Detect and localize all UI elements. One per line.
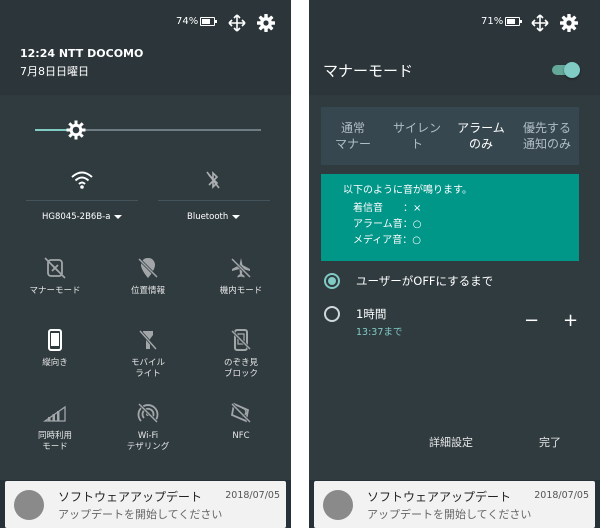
- option-label: 1時間: [356, 307, 387, 321]
- tile-label: 同時利用 モード: [37, 431, 72, 452]
- quick-settings-panel: 74% 12:24 NTT DOCOMO 7月8日日曜日 HG8045-2B6B…: [0, 0, 291, 528]
- mode-tab-bar: 通常 マナー サイレン ト アラーム のみ 優先する 通知のみ: [321, 107, 579, 165]
- airplane-off-icon: [230, 257, 252, 279]
- manner-mode-toggle[interactable]: [550, 62, 580, 78]
- sound-info-box: 以下のように音が鳴ります。 着信音 ：× アラーム音：○ メディア音：○: [321, 174, 579, 261]
- notification-title: ソフトウェアアップデート: [58, 490, 203, 504]
- option-one-hour[interactable]: 1時間 13:37まで: [323, 306, 588, 340]
- battery-icon: [200, 17, 217, 26]
- bluetooth-select[interactable]: Bluetooth: [187, 212, 241, 222]
- toggle-knob: [564, 62, 580, 78]
- option-until-off[interactable]: ユーザーがOFFにするまで: [323, 273, 588, 293]
- manner-mode-panel: 71% マナーモード 通常 マナー サイレン ト アラーム のみ 優先する 通知…: [309, 0, 600, 528]
- increase-button[interactable]: +: [563, 312, 578, 330]
- hotspot-off-icon: [137, 402, 159, 424]
- tile-location[interactable]: 位置情報: [103, 256, 193, 297]
- details-settings-button[interactable]: 詳細設定: [429, 434, 473, 450]
- wifi-icon[interactable]: [71, 170, 93, 190]
- notification-body: アップデートを開始してください: [367, 508, 532, 521]
- tile-label: 位置情報: [130, 286, 165, 296]
- tile-dual-use[interactable]: 同時利用 モード: [10, 401, 100, 453]
- notification-time: 2018/07/05: [534, 490, 589, 501]
- location-off-icon: [137, 257, 159, 279]
- wifi-network-label: HG8045-2B6B-a: [42, 212, 111, 222]
- tile-label: Wi-Fi テザリング: [126, 431, 170, 452]
- notification-app-icon: [14, 490, 44, 520]
- bluetooth-label: Bluetooth: [187, 212, 229, 222]
- tab-silent[interactable]: サイレン ト: [385, 120, 449, 152]
- expand-arrows-icon[interactable]: [228, 14, 246, 32]
- tile-peek-block[interactable]: のぞき見 ブロック: [196, 328, 286, 380]
- tile-label: 縦向き: [42, 358, 68, 368]
- tile-airplane-mode[interactable]: 機内モード: [196, 256, 286, 297]
- flashlight-off-icon: [138, 330, 158, 350]
- bluetooth-off-icon[interactable]: [205, 170, 221, 190]
- peek-block-icon: [230, 329, 252, 351]
- option-label: ユーザーがOFFにするまで: [356, 274, 494, 288]
- tile-label: のぞき見 ブロック: [223, 358, 258, 379]
- info-line-alarm: アラーム音：○: [353, 219, 422, 230]
- brightness-slider-thumb-icon[interactable]: [66, 120, 86, 140]
- battery-percent: 74%: [176, 16, 199, 27]
- nfc-off-icon: [230, 402, 252, 424]
- dual-use-icon: [43, 405, 66, 422]
- expand-arrows-icon[interactable]: [531, 14, 549, 32]
- tile-mobile-light[interactable]: モバイル ライト: [103, 328, 193, 380]
- info-line-ringtone: 着信音 ：×: [353, 203, 422, 214]
- done-button[interactable]: 完了: [539, 434, 561, 450]
- tile-label: NFC: [232, 431, 250, 441]
- tab-alarm-only[interactable]: アラーム のみ: [449, 120, 513, 152]
- tile-label: マナーモード: [29, 286, 81, 296]
- notification-time: 2018/07/05: [225, 490, 280, 501]
- tile-nfc[interactable]: NFC: [196, 401, 286, 442]
- update-notification[interactable]: ソフトウェアアップデート 2018/07/05 アップデートを開始してください: [5, 481, 286, 528]
- settings-gear-icon[interactable]: [256, 13, 276, 33]
- bluetooth-divider: [158, 200, 270, 201]
- radio-unselected-icon[interactable]: [324, 306, 340, 322]
- date-text[interactable]: 7月8日日曜日: [20, 63, 89, 79]
- update-notification[interactable]: ソフトウェアアップデート 2018/07/05 アップデートを開始してください: [314, 481, 595, 528]
- battery-icon: [505, 17, 522, 26]
- tile-wifi-tethering[interactable]: Wi-Fi テザリング: [103, 401, 193, 453]
- chevron-down-icon: [232, 214, 241, 219]
- notification-title: ソフトウェアアップデート: [367, 490, 512, 504]
- chevron-down-icon: [114, 214, 123, 219]
- decrease-button[interactable]: −: [524, 312, 539, 330]
- tile-portrait[interactable]: 縦向き: [10, 328, 100, 369]
- tab-normal-manner[interactable]: 通常 マナー: [321, 120, 385, 152]
- radio-selected-icon[interactable]: [324, 273, 340, 289]
- manner-mode-title: マナーモード: [323, 62, 414, 80]
- manner-mode-icon: [44, 257, 66, 279]
- clock-carrier: 12:24 NTT DOCOMO: [20, 47, 144, 60]
- wifi-divider: [26, 200, 138, 201]
- info-heading: 以下のように音が鳴ります。: [343, 185, 472, 196]
- notification-body: アップデートを開始してください: [58, 508, 223, 521]
- tile-label: モバイル ライト: [130, 358, 165, 379]
- tab-priority-only[interactable]: 優先する 通知のみ: [515, 120, 579, 152]
- settings-gear-icon[interactable]: [559, 13, 579, 33]
- option-until-time: 13:37まで: [356, 327, 403, 338]
- wifi-network-select[interactable]: HG8045-2B6B-a: [42, 212, 123, 222]
- tile-label: 機内モード: [219, 286, 263, 296]
- battery-percent: 71%: [481, 16, 504, 27]
- info-line-media: メディア音：○: [353, 235, 422, 246]
- tile-manner-mode[interactable]: マナーモード: [10, 256, 100, 297]
- notification-app-icon: [323, 490, 353, 520]
- portrait-icon: [48, 329, 62, 351]
